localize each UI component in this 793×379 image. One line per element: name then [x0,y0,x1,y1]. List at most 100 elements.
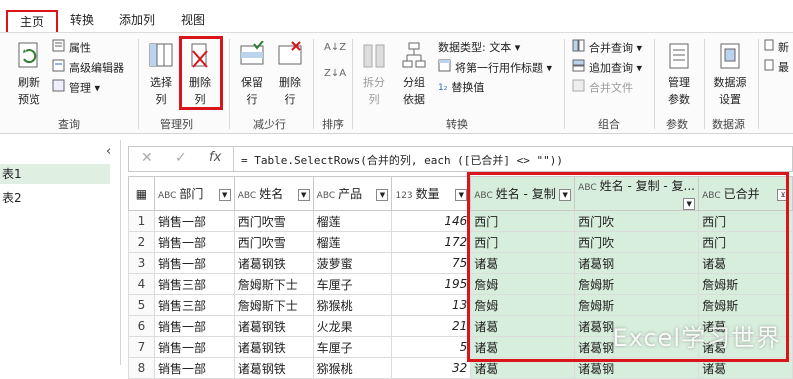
column-header-dept[interactable]: ABC 部门 ▼ [153,176,235,211]
manage-parameters-button[interactable]: 管理 参数 [660,41,698,108]
query-item-2[interactable]: 表2 [0,188,22,208]
replace-values-button[interactable]: 1₂ 替换值 [438,79,484,97]
separator [654,39,655,129]
table-cell[interactable]: 车厘子 [312,336,393,358]
table-cell[interactable]: 车厘子 [312,273,393,295]
tab-view[interactable]: 视图 [181,10,205,30]
fx-icon[interactable]: fx [209,150,221,165]
sort-ascending-button[interactable]: A↓Z [324,39,350,57]
split-column-icon [363,44,385,68]
tab-add-column[interactable]: 添加列 [119,10,155,30]
group-label-data-source: 数据源 [712,118,745,131]
row-index: 1 [128,210,155,232]
append-icon [572,59,585,78]
group-label-transform: 转换 [446,118,468,131]
table-cell[interactable]: 5 [391,336,472,358]
table-cell[interactable]: 西门吹雪 [233,231,314,253]
group-label-manage-columns: 管理列 [160,118,193,131]
separator [352,39,353,129]
filter-dropdown-icon[interactable]: ▼ [376,189,389,201]
table-cell[interactable]: 195 [391,273,472,295]
table-cell[interactable]: 172 [391,231,472,253]
confirm-icon[interactable]: ✓ [175,150,187,166]
replace-icon: 1₂ [438,83,448,93]
table-cell[interactable]: 猕猴桃 [312,294,393,316]
replace-values-label: 替换值 [451,81,485,94]
collapse-chevron-icon[interactable]: ‹ [106,144,111,159]
table-cell[interactable]: 詹姆斯下士 [233,273,314,295]
data-type-dropdown[interactable]: 数据类型: 文本 ▾ [438,39,520,57]
table-cell[interactable]: 猕猴桃 [312,357,393,379]
table-cell[interactable]: 诸葛钢铁 [233,315,314,337]
table-cell[interactable]: 销售一部 [153,315,235,337]
new-source-button[interactable]: 新 [764,39,789,57]
separator [229,39,230,129]
sort-descending-button[interactable]: Z↓A [324,65,350,83]
choose-columns-button[interactable]: 选择 列 [144,41,178,108]
table-cell[interactable]: 詹姆斯下士 [233,294,314,316]
combine-files-button[interactable]: 合并文件 [572,79,633,97]
row-index: 2 [128,231,155,253]
separator [313,39,314,129]
filter-dropdown-icon[interactable]: ▼ [218,189,231,201]
keep-rows-button[interactable]: 保留 行 [235,41,269,108]
table-cell[interactable]: 销售三部 [153,273,235,295]
table-cell[interactable]: 销售一部 [153,357,235,379]
table-cell[interactable]: 32 [391,357,472,379]
table-header-icon [438,59,451,78]
table-cell[interactable]: 21 [391,315,472,337]
table-cell[interactable]: 西门吹雪 [233,210,314,232]
merge-queries-button[interactable]: 合并查询 ▾ [572,39,642,57]
ribbon: 刷新 预览 属性 高级编辑器 管理 ▾ 查询 选择 列 删除 列 管理列 保留 … [0,32,793,134]
column-header-quantity[interactable]: 123 数量 ▼ [391,176,472,211]
refresh-icon [18,42,38,68]
first-row-header-button[interactable]: 将第一行用作标题 ▾ [438,59,552,77]
advanced-editor-button[interactable]: 高级编辑器 [52,59,124,77]
column-header-product[interactable]: ABC 产品 ▼ [312,176,393,211]
parameters-icon [669,43,689,69]
table-cell[interactable]: 销售一部 [153,336,235,358]
column-header-name[interactable]: ABC 姓名 ▼ [233,176,314,211]
table-cell[interactable]: 146 [391,210,472,232]
table-cell[interactable]: 销售一部 [153,231,235,253]
append-queries-button[interactable]: 追加查询 ▾ [572,59,642,77]
tab-transform[interactable]: 转换 [70,10,94,30]
manage-button[interactable]: 管理 ▾ [52,79,100,97]
manage-icon [52,79,65,98]
table-cell[interactable]: 榴莲 [312,210,393,232]
tab-home[interactable]: 主页 [6,10,58,34]
properties-button[interactable]: 属性 [52,39,91,57]
table-cell[interactable]: 销售一部 [153,210,235,232]
refresh-preview-button[interactable]: 刷新 预览 [10,41,48,108]
table-cell[interactable]: 菠萝蜜 [312,252,393,274]
table-cell[interactable]: 销售一部 [153,252,235,274]
row-index: 5 [128,294,155,316]
remove-columns-highlight [179,36,223,110]
remove-rows-icon [278,41,302,65]
filter-dropdown-icon[interactable]: ▼ [455,189,468,201]
separator [704,39,705,129]
query-item-label: 表1 [2,167,22,181]
table-cell[interactable]: 诸葛钢铁 [233,357,314,379]
table-cell[interactable]: 诸葛钢铁 [233,336,314,358]
table-cell[interactable]: 火龙果 [312,315,393,337]
table-cell[interactable]: 13 [391,294,472,316]
keep-rows-icon [240,41,264,65]
cancel-icon[interactable]: ✕ [141,150,153,166]
recent-sources-button[interactable]: 最 [764,59,789,77]
table-cell[interactable]: 诸葛钢铁 [233,252,314,274]
properties-icon [52,39,65,58]
formula-bar: ✕ ✓ fx = Table.SelectRows(合并的列, each ([已… [128,146,793,172]
remove-rows-button[interactable]: 删除 行 [273,41,307,108]
filter-dropdown-icon[interactable]: ▼ [297,189,310,201]
query-item-1[interactable]: 表1 [0,164,110,184]
table-cell[interactable]: 榴莲 [312,231,393,253]
group-by-button[interactable]: 分组 依据 [396,41,432,108]
formula-input[interactable]: = Table.SelectRows(合并的列, each ([已合并] <> … [241,152,563,168]
split-column-button[interactable]: 拆分 列 [358,41,390,108]
table-cell[interactable]: 75 [391,252,472,274]
table-menu-icon[interactable]: ▦ [128,176,155,211]
table-cell[interactable]: 销售三部 [153,294,235,316]
merge-queries-label: 合并查询 [589,41,633,55]
data-source-settings-button[interactable]: 数据源 设置 [708,41,752,108]
